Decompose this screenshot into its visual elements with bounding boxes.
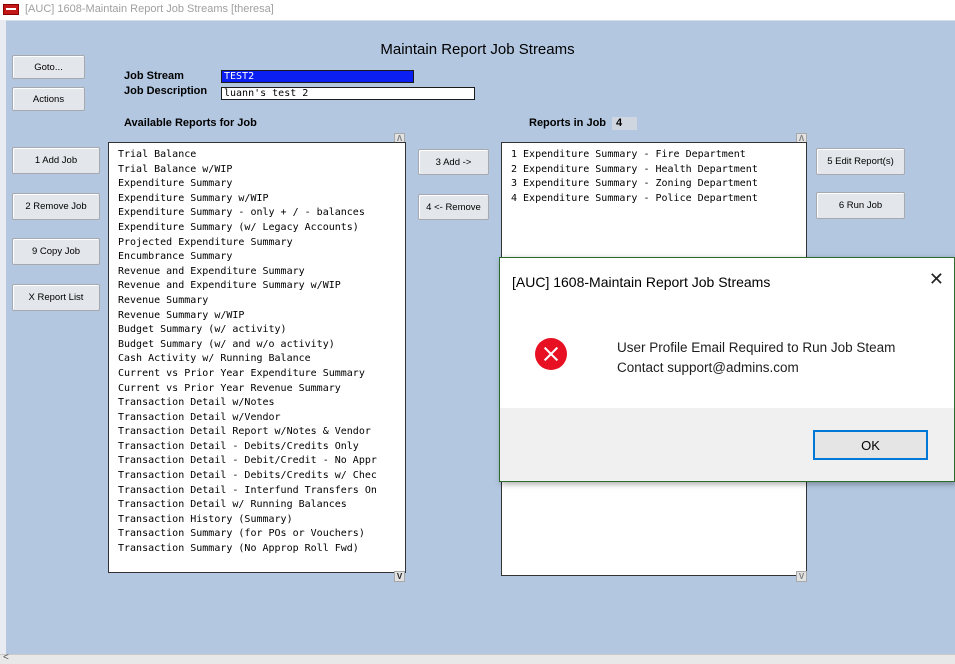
goto-button[interactable]: Goto...	[12, 55, 85, 79]
list-item[interactable]: Transaction Detail w/Vendor	[109, 411, 405, 426]
dialog-footer: OK	[500, 408, 954, 481]
list-item[interactable]: 3 Expenditure Summary - Zoning Departmen…	[502, 177, 806, 192]
reports-in-job-label: Reports in Job	[529, 117, 607, 129]
list-item[interactable]: Transaction Summary (for POs or Vouchers…	[109, 527, 405, 542]
list-item[interactable]: Revenue Summary	[109, 294, 405, 309]
window-title: [AUC] 1608-Maintain Report Job Streams […	[25, 3, 274, 15]
list-item[interactable]: Transaction Detail - Interfund Transfers…	[109, 484, 405, 499]
copy-job-button[interactable]: 9 Copy Job	[12, 238, 100, 265]
list-item[interactable]: Cash Activity w/ Running Balance	[109, 352, 405, 367]
list-item[interactable]: Current vs Prior Year Expenditure Summar…	[109, 367, 405, 382]
run-job-button[interactable]: 6 Run Job	[816, 192, 905, 219]
edit-reports-button[interactable]: 5 Edit Report(s)	[816, 148, 905, 175]
list-item[interactable]: Budget Summary (w/ activity)	[109, 323, 405, 338]
list-item[interactable]: Transaction Detail Report w/Notes & Vend…	[109, 425, 405, 440]
list-item[interactable]: Budget Summary (w/ and w/o activity)	[109, 338, 405, 353]
list-item[interactable]: Trial Balance	[109, 148, 405, 163]
list-item[interactable]: Trial Balance w/WIP	[109, 163, 405, 178]
app-icon	[3, 4, 19, 15]
scroll-left-icon[interactable]: <	[3, 652, 9, 663]
list-item[interactable]: 1 Expenditure Summary - Fire Department	[502, 148, 806, 163]
list-item[interactable]: Expenditure Summary w/WIP	[109, 192, 405, 207]
list-item[interactable]: Revenue Summary w/WIP	[109, 309, 405, 324]
list-item[interactable]: Expenditure Summary (w/ Legacy Accounts)	[109, 221, 405, 236]
reports-count: 4	[612, 117, 637, 130]
remove-job-button[interactable]: 2 Remove Job	[12, 193, 100, 220]
list-item[interactable]: Transaction Summary (No Approp Roll Fwd)	[109, 542, 405, 557]
job-stream-label: Job Stream	[124, 70, 184, 82]
list-item[interactable]: 4 Expenditure Summary - Police Departmen…	[502, 192, 806, 207]
window-titlebar: [AUC] 1608-Maintain Report Job Streams […	[0, 0, 955, 21]
dialog-message: User Profile Email Required to Run Job S…	[617, 338, 895, 378]
job-description-field[interactable]: luann's test 2	[221, 87, 475, 100]
list-item[interactable]: Projected Expenditure Summary	[109, 236, 405, 251]
list-item[interactable]: Transaction Detail - Debit/Credit - No A…	[109, 454, 405, 469]
page-title: Maintain Report Job Streams	[380, 41, 575, 58]
available-scroll-down-button[interactable]: V	[394, 571, 405, 582]
remove-report-button[interactable]: 4 <- Remove	[418, 194, 489, 220]
list-item[interactable]: 2 Expenditure Summary - Health Departmen…	[502, 163, 806, 178]
add-job-button[interactable]: 1 Add Job	[12, 147, 100, 174]
ok-button[interactable]: OK	[813, 430, 928, 460]
add-report-button[interactable]: 3 Add ->	[418, 149, 489, 175]
list-item[interactable]: Transaction History (Summary)	[109, 513, 405, 528]
in-job-scroll-down-button[interactable]: V	[796, 571, 807, 582]
available-reports-list[interactable]: Trial Balance Trial Balance w/WIP Expendit…	[108, 142, 406, 573]
error-icon	[535, 338, 567, 370]
job-stream-field[interactable]: TEST2	[221, 70, 414, 83]
available-reports-label: Available Reports for Job	[124, 117, 257, 129]
window-frame	[0, 20, 6, 663]
list-item[interactable]: Transaction Detail w/Notes	[109, 396, 405, 411]
list-item[interactable]: Expenditure Summary - only + / - balance…	[109, 206, 405, 221]
list-item[interactable]: Transaction Detail - Debits/Credits Only	[109, 440, 405, 455]
list-item[interactable]: Encumbrance Summary	[109, 250, 405, 265]
dialog-message-line1: User Profile Email Required to Run Job S…	[617, 340, 896, 355]
actions-button[interactable]: Actions	[12, 87, 85, 111]
dialog-message-line2: Contact support@admins.com	[617, 360, 799, 375]
list-item[interactable]: Transaction Detail w/ Running Balances	[109, 498, 405, 513]
close-icon[interactable]: ✕	[929, 269, 944, 290]
error-dialog: [AUC] 1608-Maintain Report Job Streams ✕…	[499, 257, 955, 482]
list-item[interactable]: Current vs Prior Year Revenue Summary	[109, 382, 405, 397]
dialog-title: [AUC] 1608-Maintain Report Job Streams	[512, 274, 771, 290]
list-item[interactable]: Transaction Detail - Debits/Credits w/ C…	[109, 469, 405, 484]
list-item[interactable]: Expenditure Summary	[109, 177, 405, 192]
list-item[interactable]: Revenue and Expenditure Summary	[109, 265, 405, 280]
job-description-label: Job Description	[124, 85, 208, 97]
report-list-button[interactable]: X Report List	[12, 284, 100, 311]
list-item[interactable]: Revenue and Expenditure Summary w/WIP	[109, 279, 405, 294]
